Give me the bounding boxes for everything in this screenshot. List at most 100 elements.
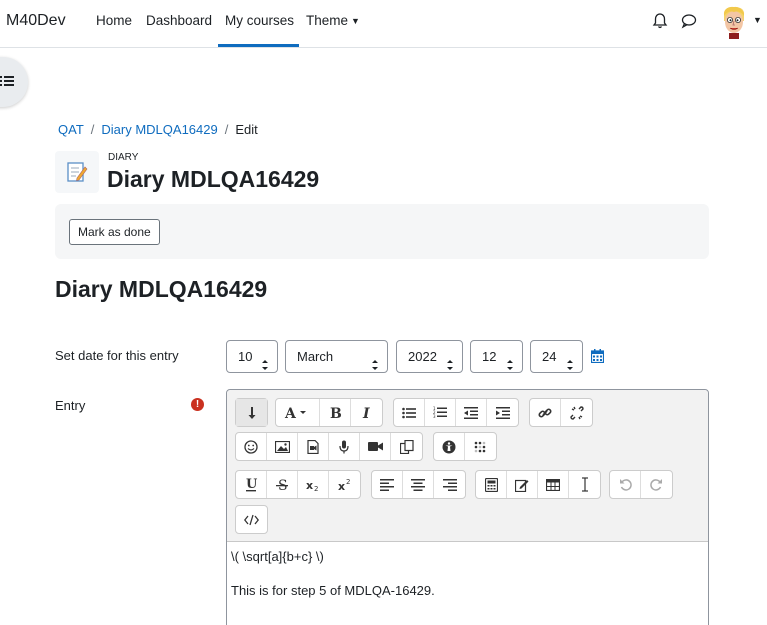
day-value: 10 [238,349,253,364]
record-audio-icon[interactable] [329,433,360,460]
media-icon[interactable] [298,433,329,460]
year-select[interactable]: 2022 [396,340,463,373]
redo-icon[interactable] [641,471,672,498]
svg-text:3: 3 [433,414,436,419]
image-icon[interactable] [267,433,298,460]
toolbar-group-lists: 123 [393,398,519,427]
active-nav-indicator [218,44,299,47]
indent-icon[interactable] [487,399,518,426]
bold-icon[interactable]: B [320,399,351,426]
editor-line: \( \sqrt[a]{b+c} \) [231,549,324,564]
entry-field-label: Entry [55,398,86,413]
breadcrumb-current: Edit [235,122,258,137]
nav-theme-label: Theme [306,13,349,28]
html-source-icon[interactable] [236,506,267,533]
month-value: March [297,349,334,364]
breadcrumb-activity[interactable]: Diary MDLQA16429 [101,122,217,137]
strikethrough-icon[interactable]: S [267,471,298,498]
notification-bell-icon[interactable] [651,12,669,30]
mark-as-done-button[interactable]: Mark as done [69,219,160,245]
edit-icon[interactable] [507,471,538,498]
underline-icon[interactable]: U [236,471,267,498]
editor-line: This is for step 5 of MDLQA-16429. [231,583,435,598]
italic-icon[interactable]: I [351,399,382,426]
date-field-label: Set date for this entry [55,348,179,363]
screenreader-helper-icon[interactable] [465,433,496,460]
site-brand[interactable]: M40Dev [6,12,66,30]
toolbar-group-align [371,470,466,499]
user-menu-chevron-icon[interactable]: ▼ [753,15,762,25]
equation-editor-icon[interactable] [476,471,507,498]
calendar-icon[interactable] [591,349,604,363]
messages-icon[interactable] [680,12,698,30]
minute-select[interactable]: 24 [530,340,583,373]
toolbar-group-history [609,470,673,499]
svg-text:2: 2 [314,485,318,492]
table-icon[interactable] [538,471,569,498]
hour-select[interactable]: 12 [470,340,523,373]
diary-activity-icon [55,151,99,193]
accessibility-checker-icon[interactable] [434,433,465,460]
nav-theme[interactable]: Theme ▼ [306,13,360,28]
toolbar-group-collapse [235,398,268,427]
minute-value: 24 [542,349,557,364]
month-select[interactable]: March [285,340,388,373]
breadcrumb-course[interactable]: QAT [58,122,84,137]
svg-text:x: x [338,480,345,492]
nav-dashboard[interactable]: Dashboard [146,13,212,28]
manage-files-icon[interactable] [391,433,422,460]
user-avatar[interactable] [720,5,748,39]
page-title: Diary MDLQA16429 [107,166,320,192]
nav-home[interactable]: Home [96,13,132,28]
font-style-icon[interactable]: A [276,399,320,426]
svg-text:x: x [306,479,313,492]
toolbar-group-media [235,432,423,461]
toolbar-group-insert [475,470,601,499]
align-center-icon[interactable] [403,471,434,498]
toolbar-group-text-format: U S x2 x2 [235,470,361,499]
undo-icon[interactable] [610,471,641,498]
select-arrows-icon [446,351,454,382]
day-select[interactable]: 10 [226,340,278,373]
required-icon: ! [191,398,204,411]
outdent-icon[interactable] [456,399,487,426]
hour-value: 12 [482,349,497,364]
collapse-toolbar-icon[interactable] [236,399,267,426]
align-left-icon[interactable] [372,471,403,498]
svg-text:I: I [362,406,370,420]
select-arrows-icon [261,351,269,382]
svg-text:2: 2 [346,478,350,486]
nav-my-courses[interactable]: My courses [225,13,294,28]
svg-text:B: B [330,406,342,420]
superscript-icon[interactable]: x2 [329,471,360,498]
select-arrows-icon [371,351,379,382]
svg-text:U: U [246,477,258,492]
editor-content[interactable]: \( \sqrt[a]{b+c} \) This is for step 5 o… [227,543,708,623]
breadcrumb-separator: / [90,122,95,137]
breadcrumb: QAT / Diary MDLQA16429 / Edit [58,122,258,137]
toolbar-group-links [529,398,593,427]
svg-text:A: A [284,406,297,420]
atto-editor: A B I 123 U S [226,389,709,625]
ordered-list-icon[interactable]: 123 [425,399,456,426]
emoticon-icon[interactable] [236,433,267,460]
chevron-down-icon: ▼ [351,16,360,26]
select-arrows-icon [566,351,574,382]
year-value: 2022 [408,349,437,364]
toolbar-group-accessibility [433,432,497,461]
top-navbar: M40Dev Home Dashboard My courses Theme ▼ … [0,0,767,48]
record-video-icon[interactable] [360,433,391,460]
diary-icon [67,162,88,182]
align-right-icon[interactable] [434,471,465,498]
toolbar-group-style: A B I [275,398,383,427]
unlink-icon[interactable] [561,399,592,426]
link-icon[interactable] [530,399,561,426]
clear-formatting-icon[interactable] [569,471,600,498]
unordered-list-icon[interactable] [394,399,425,426]
select-arrows-icon [506,351,514,382]
course-index-toggle[interactable] [0,57,28,107]
list-icon [0,76,14,86]
activity-type-label: DIARY [108,152,139,163]
subscript-icon[interactable]: x2 [298,471,329,498]
completion-info: Mark as done [55,204,709,259]
